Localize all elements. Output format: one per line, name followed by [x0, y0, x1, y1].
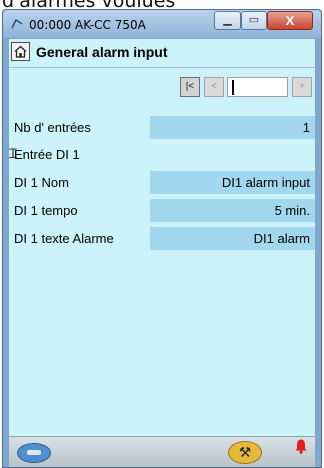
first-record-button[interactable]: |<	[180, 77, 200, 97]
row-value-field[interactable]: 1	[150, 116, 315, 139]
row-di1-texte-alarme: DI 1 texte Alarme DI1 alarm	[9, 227, 315, 250]
first-record-icon: |<	[185, 81, 195, 92]
row-label: DI 1 texte Alarme	[14, 231, 114, 246]
maximize-icon: ▭	[248, 14, 260, 26]
title-bar[interactable]: 00:000 AK-CC 750A ▁ ▭ X	[3, 10, 321, 38]
row-di1-tempo: DI 1 tempo 5 min.	[9, 199, 315, 222]
footer-toolbar: ⚒	[9, 436, 315, 467]
maximize-button[interactable]: ▭	[241, 11, 267, 30]
next-record-icon: +	[299, 81, 305, 92]
page-header: General alarm input	[9, 39, 315, 68]
minimize-icon: ▁	[223, 14, 232, 26]
row-label: DI 1 tempo	[14, 203, 78, 218]
close-button[interactable]: X	[267, 11, 313, 30]
prev-record-icon: <	[211, 81, 217, 92]
row-label: DI 1 Nom	[14, 175, 69, 190]
client-area: General alarm input |< < + Nb d' entrées…	[9, 39, 315, 467]
app-icon	[11, 18, 23, 30]
row-value-field[interactable]: DI1 alarm input	[150, 171, 315, 194]
row-value-field[interactable]: DI1 alarm	[150, 227, 315, 250]
prev-record-button[interactable]: <	[204, 77, 224, 97]
row-nb-entrees: Nb d' entrées 1	[9, 116, 315, 139]
link-icon[interactable]	[17, 443, 51, 463]
minimize-button[interactable]: ▁	[214, 11, 241, 30]
next-record-button[interactable]: +	[292, 77, 312, 97]
row-entree-di1: Ꮖ Entrée DI 1	[9, 143, 315, 166]
window-title: 00:000 AK-CC 750A	[29, 18, 146, 32]
home-icon	[12, 45, 29, 64]
home-button[interactable]	[11, 42, 30, 61]
row-label: Nb d' entrées	[14, 120, 91, 135]
row-label: Entrée DI 1	[14, 147, 80, 162]
app-window: 00:000 AK-CC 750A ▁ ▭ X General alarm in…	[2, 9, 322, 468]
page-title: General alarm input	[36, 44, 168, 60]
text-caret	[232, 80, 234, 95]
row-value-field[interactable]: 5 min.	[150, 199, 315, 222]
row-di1-nom: DI 1 Nom DI1 alarm input	[9, 171, 315, 194]
close-icon: X	[285, 13, 295, 28]
record-index-input[interactable]	[227, 77, 288, 97]
alarm-bell-icon[interactable]	[293, 438, 309, 454]
record-navigator: |< < +	[180, 77, 314, 97]
wrench-icon[interactable]: ⚒	[228, 441, 262, 464]
